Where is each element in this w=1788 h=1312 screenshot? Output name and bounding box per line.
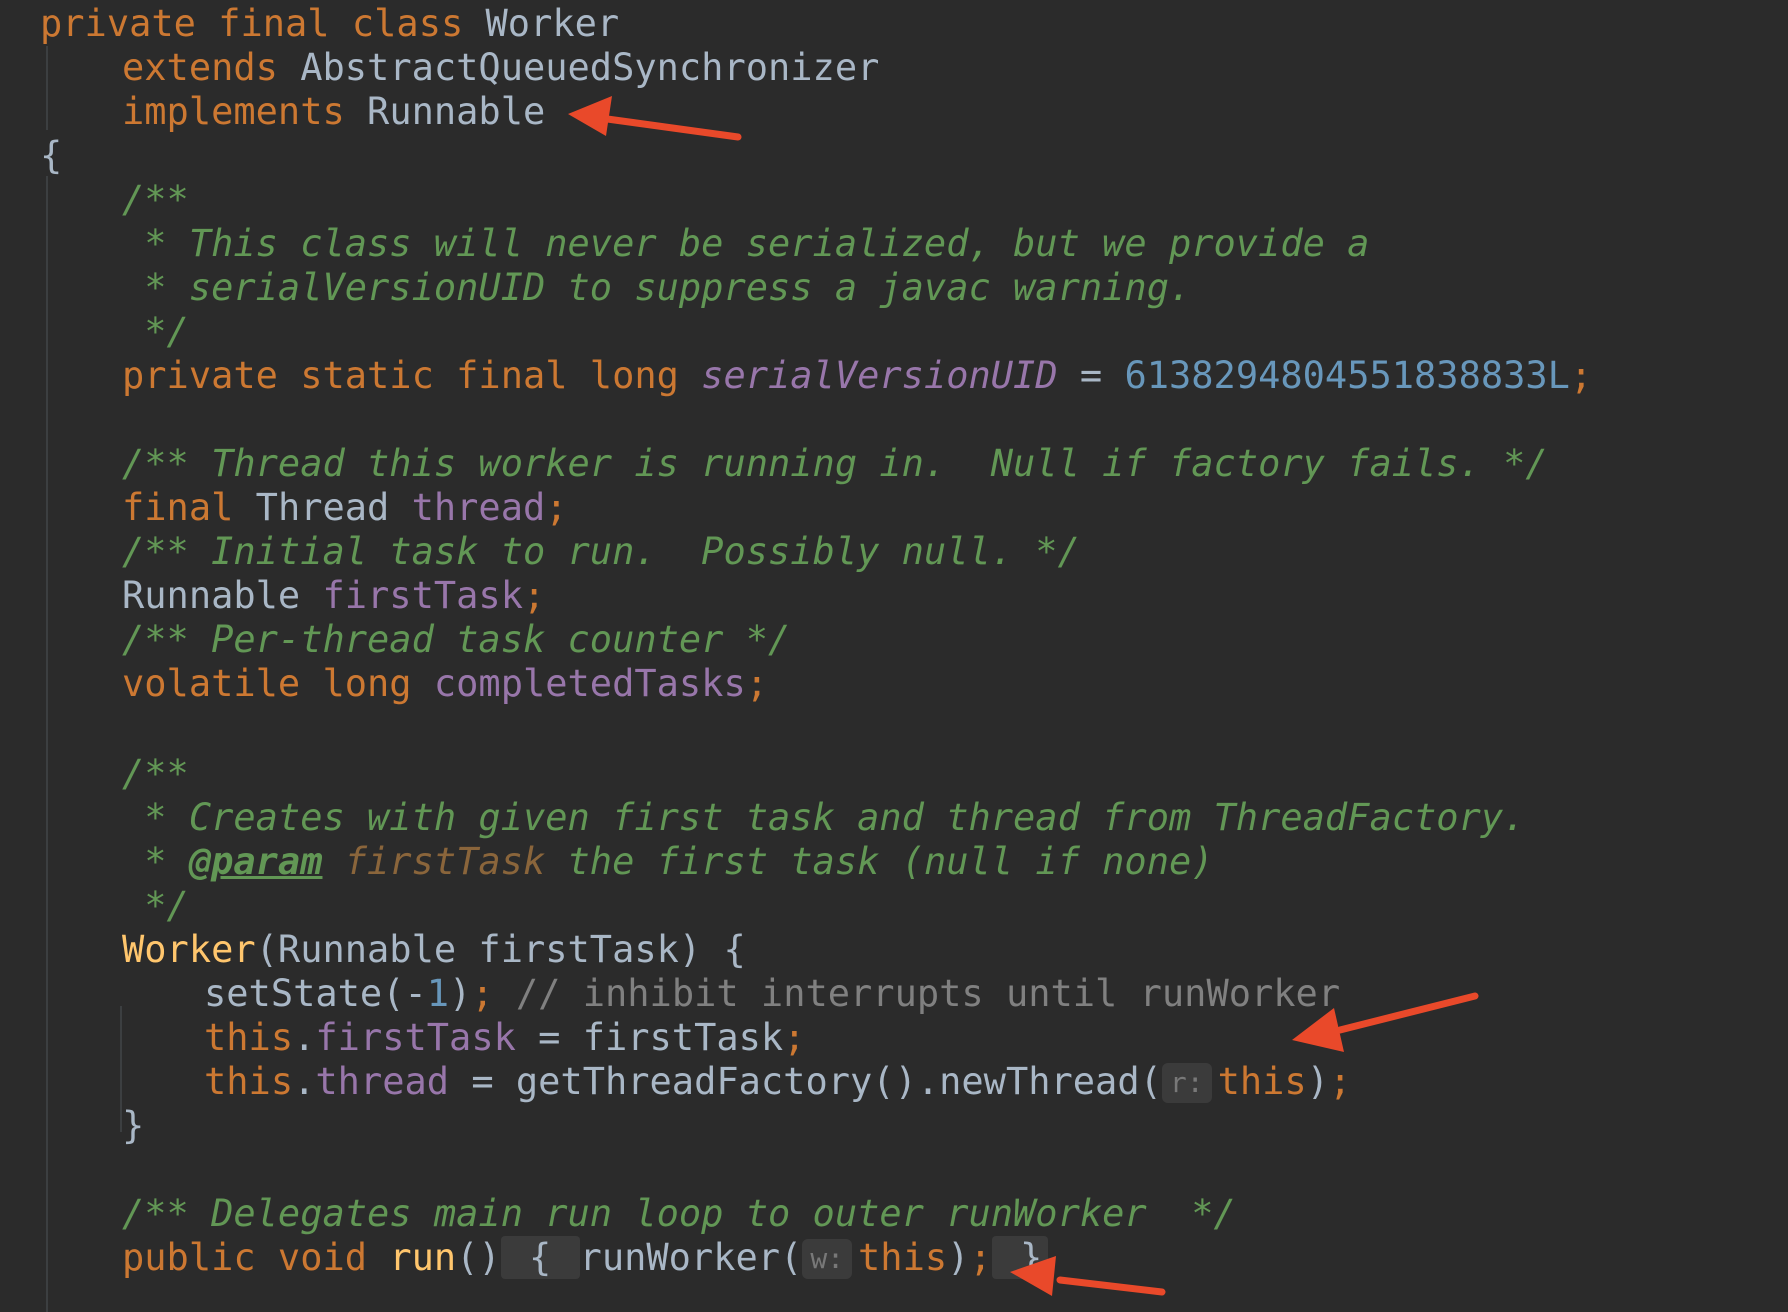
annotation-arrows bbox=[568, 96, 1479, 1296]
arrow-icon bbox=[1010, 1256, 1166, 1296]
arrow-icon bbox=[1292, 992, 1479, 1052]
arrow-icon bbox=[568, 96, 742, 141]
